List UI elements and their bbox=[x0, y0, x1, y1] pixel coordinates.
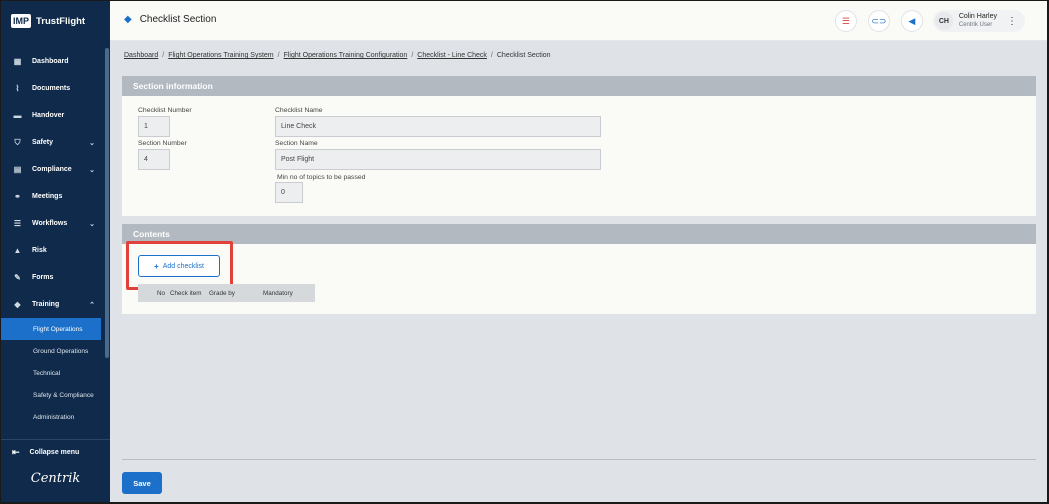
breadcrumb-separator: / bbox=[277, 52, 280, 59]
sidebar-nav: ▦ Dashboard ⌇ Documents ▬ Handover ⛉ Safety ⌄ ▤ Co… bbox=[1, 48, 105, 428]
section-information-heading: Section information bbox=[122, 76, 1036, 96]
section-number-field[interactable]: 4 bbox=[138, 149, 170, 170]
sidebar-item-label: Forms bbox=[32, 274, 54, 281]
workflows-icon: ☰ bbox=[13, 219, 22, 228]
megaphone-icon: ◀ bbox=[908, 15, 916, 26]
sidebar-subitem-technical[interactable]: Technical bbox=[1, 362, 105, 384]
report-icon: ☰ bbox=[841, 15, 850, 26]
clipboard-icon: ▤ bbox=[13, 165, 22, 174]
sidebar-item-forms[interactable]: ✎ Forms bbox=[1, 264, 105, 291]
footer-divider bbox=[122, 459, 1036, 460]
dashboard-icon: ▦ bbox=[13, 57, 22, 66]
sidebar-item-label: Documents bbox=[32, 85, 71, 92]
sidebar-item-risk[interactable]: ▲ Risk bbox=[1, 237, 105, 264]
top-actions: ☰ ⊂⊃ ◀ CH Colin Harley Centrik User ⋮ bbox=[824, 10, 1025, 32]
user-role: Centrik User bbox=[958, 22, 993, 28]
sidebar-item-handover[interactable]: ▬ Handover bbox=[1, 102, 105, 129]
sidebar-subitem-flight-operations[interactable]: Flight Operations bbox=[1, 318, 101, 340]
collapse-menu-button[interactable]: ⇤ Collapse menu bbox=[1, 439, 110, 465]
more-options-icon[interactable]: ⋮ bbox=[1007, 16, 1017, 27]
checklist-name-field[interactable]: Line Check bbox=[275, 116, 601, 137]
graduation-cap-icon: ◆ bbox=[14, 300, 21, 309]
section-information-card: Section information bbox=[122, 76, 1036, 216]
breadcrumb-separator: / bbox=[411, 52, 414, 59]
forms-icon: ✎ bbox=[14, 273, 21, 282]
sidebar-subitem-safety-compliance[interactable]: Safety & Compliance bbox=[1, 384, 105, 406]
top-bar: ◆ Checklist Section ☰ ⊂⊃ ◀ CH Colin Harl… bbox=[110, 1, 1047, 41]
logo[interactable]: IMP TrustFlight bbox=[11, 12, 85, 30]
collapse-menu-label: Collapse menu bbox=[29, 449, 80, 456]
min-topics-field[interactable]: 0 bbox=[275, 182, 303, 203]
shield-icon: ⛉ bbox=[14, 137, 21, 147]
announcement-button[interactable]: ◀ bbox=[900, 10, 923, 32]
app-frame: IMP TrustFlight ▦ Dashboard ⌇ Documents ▬ Han… bbox=[1, 1, 1047, 502]
sidebar-item-label: Compliance bbox=[32, 166, 72, 173]
breadcrumb-link[interactable]: Dashboard bbox=[124, 52, 158, 59]
checklist-number-label: Checklist Number bbox=[138, 107, 192, 114]
graduation-cap-icon: ◆ bbox=[124, 14, 132, 25]
sidebar-subitem-administration[interactable]: Administration bbox=[1, 406, 105, 428]
section-name-label: Section Name bbox=[275, 140, 318, 147]
column-check-item: Check item bbox=[170, 290, 202, 297]
column-no: No bbox=[157, 290, 166, 297]
page-title: ◆ Checklist Section bbox=[124, 14, 216, 25]
checklist-name-label: Checklist Name bbox=[275, 107, 323, 114]
sidebar-item-label: Meetings bbox=[32, 193, 63, 200]
breadcrumb-link[interactable]: Checklist - Line Check bbox=[417, 52, 487, 59]
sidebar-item-label: Risk bbox=[32, 247, 47, 254]
chevron-up-icon: ⌃ bbox=[89, 301, 95, 309]
logo-text: TrustFlight bbox=[36, 15, 86, 27]
column-mandatory: Mandatory bbox=[263, 290, 293, 297]
breadcrumb: Dashboard / Flight Operations Training Sys… bbox=[124, 52, 551, 59]
sidebar-item-label: Training bbox=[32, 301, 60, 308]
sidebar-item-label: Dashboard bbox=[32, 58, 69, 65]
section-name-field[interactable]: Post Flight bbox=[275, 149, 601, 170]
link-icon: ⊂⊃ bbox=[871, 15, 887, 26]
sidebar-scrollbar[interactable] bbox=[105, 48, 109, 358]
checklist-table-header: No Check item Grade by Mandatory bbox=[138, 284, 315, 302]
sidebar-item-label: Safety bbox=[32, 139, 54, 146]
save-button[interactable]: Save bbox=[122, 472, 162, 494]
sidebar-item-dashboard[interactable]: ▦ Dashboard bbox=[1, 48, 105, 75]
chevron-down-icon: ⌄ bbox=[89, 220, 95, 228]
user-menu[interactable]: CH Colin Harley Centrik User ⋮ bbox=[932, 10, 1025, 32]
sidebar-item-label: Workflows bbox=[32, 220, 68, 227]
breadcrumb-separator: / bbox=[490, 52, 493, 59]
sidebar-item-safety[interactable]: ⛉ Safety ⌄ bbox=[1, 129, 105, 156]
paperclip-icon: ⌇ bbox=[15, 84, 20, 93]
chevron-down-icon: ⌄ bbox=[89, 166, 95, 174]
sidebar-subitem-ground-operations[interactable]: Ground Operations bbox=[1, 340, 105, 362]
chevron-down-icon: ⌄ bbox=[89, 139, 95, 147]
sidebar-item-training[interactable]: ◆ Training ⌃ bbox=[1, 291, 105, 318]
breadcrumb-current: Checklist Section bbox=[496, 52, 551, 59]
highlight-box bbox=[126, 241, 233, 290]
meetings-icon: ⚭ bbox=[14, 192, 21, 201]
min-topics-label: Min no of topics to be passed bbox=[277, 174, 366, 181]
sidebar-item-compliance[interactable]: ▤ Compliance ⌄ bbox=[1, 156, 105, 183]
column-grade-by: Grade by bbox=[209, 290, 235, 297]
page-title-text: Checklist Section bbox=[139, 14, 217, 25]
sidebar-item-meetings[interactable]: ⚭ Meetings bbox=[1, 183, 105, 210]
handover-icon: ▬ bbox=[13, 111, 22, 120]
sidebar-item-label: Handover bbox=[32, 112, 65, 119]
collapse-icon: ⇤ bbox=[12, 447, 20, 457]
sidebar-item-documents[interactable]: ⌇ Documents bbox=[1, 75, 105, 102]
checklist-number-field[interactable]: 1 bbox=[138, 116, 170, 137]
breadcrumb-link[interactable]: Flight Operations Training Configuration bbox=[284, 52, 408, 59]
link-button[interactable]: ⊂⊃ bbox=[867, 10, 890, 32]
section-number-label: Section Number bbox=[138, 140, 187, 147]
breadcrumb-separator: / bbox=[162, 52, 165, 59]
centrik-logo: Centrik bbox=[30, 471, 81, 486]
report-button[interactable]: ☰ bbox=[834, 10, 857, 32]
sidebar-item-workflows[interactable]: ☰ Workflows ⌄ bbox=[1, 210, 105, 237]
avatar: CH bbox=[934, 12, 953, 30]
sidebar: IMP TrustFlight ▦ Dashboard ⌇ Documents ▬ Han… bbox=[1, 1, 110, 502]
user-name: Colin Harley bbox=[958, 13, 997, 20]
contents-heading: Contents bbox=[122, 224, 1036, 244]
logo-badge: IMP bbox=[11, 14, 32, 28]
warning-icon: ▲ bbox=[13, 246, 22, 255]
breadcrumb-link[interactable]: Flight Operations Training System bbox=[168, 52, 273, 59]
